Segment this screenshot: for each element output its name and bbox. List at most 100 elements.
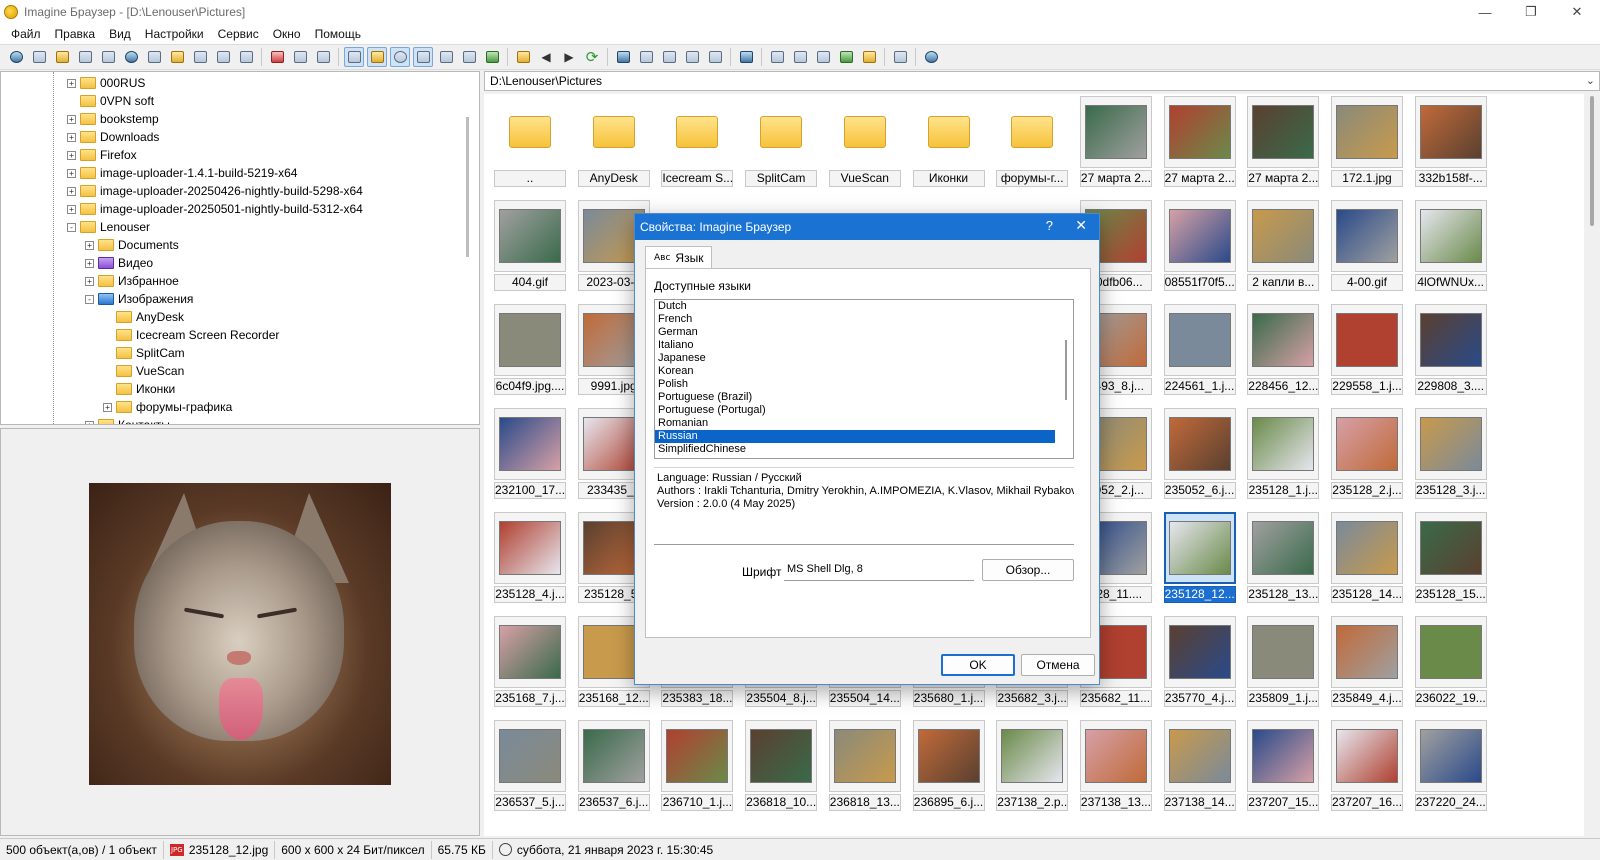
- collapse-icon[interactable]: -: [67, 222, 76, 232]
- thumbnail-item[interactable]: ..: [494, 96, 566, 188]
- copy-icon[interactable]: [290, 47, 310, 67]
- thumbnail-item[interactable]: 404.gif: [494, 200, 566, 292]
- expand-icon[interactable]: +: [85, 276, 94, 286]
- batch-rename-icon[interactable]: [790, 47, 810, 67]
- new-folder-icon[interactable]: [167, 47, 187, 67]
- tree-item[interactable]: + Видео: [85, 254, 153, 272]
- thumbnail-item[interactable]: 27 марта 2...: [1079, 96, 1152, 188]
- cut-icon[interactable]: [267, 47, 287, 67]
- thumbnail-item[interactable]: 332b158f-...: [1414, 96, 1487, 188]
- tree-view-icon[interactable]: [367, 47, 387, 67]
- tree-item[interactable]: + bookstemp: [67, 110, 159, 128]
- thumbnail-item[interactable]: 236818_10....: [745, 720, 818, 812]
- language-list[interactable]: Dutch French German Italiano Japanese Korean P…: [654, 299, 1074, 459]
- thumbnail-item[interactable]: 2 капли в...: [1247, 200, 1320, 292]
- path-combobox[interactable]: D:\Lenouser\Pictures ⌄: [484, 71, 1600, 91]
- thumbnail-item[interactable]: AnyDesk: [577, 96, 650, 188]
- image-icon[interactable]: [482, 47, 502, 67]
- small-icons-icon[interactable]: [636, 47, 656, 67]
- thumbnail-item[interactable]: форумы-г...: [996, 96, 1069, 188]
- thumbnail-item[interactable]: 235128_1.j...: [1247, 408, 1320, 500]
- thumbnail-item[interactable]: 235770_4.j...: [1163, 616, 1236, 708]
- forward-icon[interactable]: ▶: [559, 47, 579, 67]
- menu-window[interactable]: Окно: [266, 27, 308, 41]
- thumbnail-item[interactable]: SplitCam: [745, 96, 818, 188]
- thumbnail-item[interactable]: 236710_1.j...: [661, 720, 734, 812]
- up-folder-icon[interactable]: [513, 47, 533, 67]
- dialog-help-button[interactable]: ?: [1046, 218, 1053, 233]
- language-item[interactable]: French: [655, 313, 1055, 326]
- grid-scrollbar[interactable]: [1586, 94, 1600, 836]
- slideshow-icon[interactable]: [29, 47, 49, 67]
- thumbnail-item[interactable]: 235052_6.j...: [1163, 408, 1236, 500]
- tree-item[interactable]: Icecream Screen Recorder: [103, 326, 279, 344]
- paste-icon[interactable]: [313, 47, 333, 67]
- menu-service[interactable]: Сервис: [211, 27, 266, 41]
- folder-tree[interactable]: +000RUS 0VPN soft + bookstemp + Downloads + Fir…: [0, 71, 480, 425]
- thumbnail-item[interactable]: 235128_13....: [1247, 512, 1320, 604]
- save-icon[interactable]: [75, 47, 95, 67]
- tree-item[interactable]: + image-uploader-1.4.1-build-5219-x64: [67, 164, 297, 182]
- large-icons-icon[interactable]: [613, 47, 633, 67]
- tree-item[interactable]: Иконки: [103, 380, 175, 398]
- tree-item[interactable]: + image-uploader-20250426-nightly-build-5…: [67, 182, 363, 200]
- thumbnail-item[interactable]: 236537_6.j...: [577, 720, 650, 812]
- expand-icon[interactable]: +: [67, 132, 76, 142]
- menu-view[interactable]: Вид: [102, 27, 138, 41]
- language-item[interactable]: SimplifiedChinese: [655, 443, 1055, 456]
- tree-item[interactable]: + Documents: [85, 236, 179, 254]
- scan-icon[interactable]: [144, 47, 164, 67]
- cancel-button[interactable]: Отмена: [1021, 654, 1095, 676]
- tree-item[interactable]: VueScan: [103, 362, 184, 380]
- print-icon[interactable]: [98, 47, 118, 67]
- options-icon[interactable]: [890, 47, 910, 67]
- thumbnail-item[interactable]: 224561_1.j...: [1163, 304, 1236, 396]
- thumbnail-item[interactable]: 236022_19....: [1414, 616, 1487, 708]
- expand-icon[interactable]: +: [85, 420, 94, 424]
- help-icon[interactable]: [921, 47, 941, 67]
- properties-icon[interactable]: [236, 47, 256, 67]
- info-icon[interactable]: [121, 47, 141, 67]
- language-item[interactable]: Polish: [655, 378, 1055, 391]
- thumbnail-item[interactable]: 237138_2.p...: [996, 720, 1069, 812]
- thumbnail-item[interactable]: 237207_16....: [1331, 720, 1403, 812]
- thumbnail-item[interactable]: 236818_13....: [828, 720, 901, 812]
- thumbnail-item[interactable]: 4-00.gif: [1331, 200, 1403, 292]
- expand-icon[interactable]: +: [85, 258, 94, 268]
- thumbnail-item[interactable]: 4lOfWNUx...: [1414, 200, 1487, 292]
- thumbnail-item[interactable]: 27 марта 2...: [1163, 96, 1236, 188]
- expand-icon[interactable]: +: [67, 114, 76, 124]
- tree-item[interactable]: AnyDesk: [103, 308, 184, 326]
- view-icon[interactable]: [6, 47, 26, 67]
- collapse-icon[interactable]: -: [85, 294, 94, 304]
- thumbnail-item[interactable]: 27 марта 2...: [1247, 96, 1320, 188]
- menu-edit[interactable]: Правка: [48, 27, 103, 41]
- tree-item[interactable]: - Изображения: [85, 290, 193, 308]
- thumbnail-item[interactable]: Иконки: [912, 96, 985, 188]
- expand-icon[interactable]: +: [103, 402, 112, 412]
- thumbnail-item[interactable]: 229558_1.j...: [1331, 304, 1403, 396]
- tree-item[interactable]: + форумы-графика: [103, 398, 232, 416]
- refresh-icon[interactable]: ⟳: [582, 47, 602, 67]
- tree-item[interactable]: - Lenouser: [67, 218, 150, 236]
- thumbnail-item[interactable]: VueScan: [828, 96, 901, 188]
- batch-convert-icon[interactable]: [767, 47, 787, 67]
- thumbnail-item[interactable]: 235128_12....: [1163, 512, 1236, 604]
- thumbnail-item[interactable]: 237138_13....: [1079, 720, 1152, 812]
- open-folder-icon[interactable]: [52, 47, 72, 67]
- expand-icon[interactable]: +: [85, 240, 94, 250]
- thumbnail-item[interactable]: 237207_15....: [1247, 720, 1320, 812]
- thumbnails-view-icon[interactable]: [344, 47, 364, 67]
- thumbnail-item[interactable]: 237138_14....: [1163, 720, 1236, 812]
- tree-item[interactable]: 0VPN soft: [67, 92, 154, 110]
- expand-icon[interactable]: +: [67, 186, 76, 196]
- maximize-button[interactable]: ❐: [1508, 0, 1554, 24]
- tree-item[interactable]: + Firefox: [67, 146, 137, 164]
- back-icon[interactable]: ◀: [536, 47, 556, 67]
- rename-icon[interactable]: [190, 47, 210, 67]
- thumbnail-item[interactable]: 229808_3....: [1414, 304, 1487, 396]
- language-item[interactable]: Russian: [655, 430, 1055, 443]
- expand-icon[interactable]: +: [67, 78, 76, 88]
- capture-icon[interactable]: [813, 47, 833, 67]
- language-item[interactable]: German: [655, 326, 1055, 339]
